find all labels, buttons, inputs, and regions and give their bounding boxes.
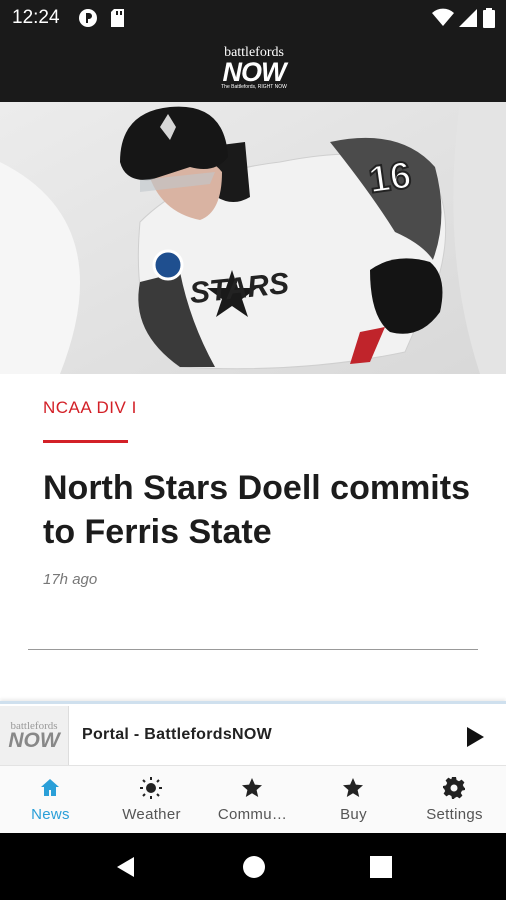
article-headline[interactable]: North Stars Doell commits to Ferris Stat… xyxy=(43,466,473,554)
app-logo: battlefords NOW The Battlefords, RIGHT N… xyxy=(214,46,294,92)
play-icon[interactable] xyxy=(459,722,489,752)
sun-icon xyxy=(140,777,162,799)
mini-player[interactable]: battlefords NOW Portal - BattlefordsNOW xyxy=(0,701,506,768)
nav-community[interactable]: Commu… xyxy=(202,766,303,834)
article-divider xyxy=(28,649,478,650)
logo-main-text: NOW xyxy=(222,57,287,87)
article-timestamp: 17h ago xyxy=(43,571,98,588)
bottom-navigation: News Weather Commu… Buy Settings xyxy=(0,765,506,834)
status-bar: 12:24 xyxy=(0,0,506,36)
nav-news[interactable]: News xyxy=(0,766,101,834)
nav-buy[interactable]: Buy xyxy=(303,766,404,834)
player-thumbnail: battlefords NOW xyxy=(0,706,69,768)
nav-news-label: News xyxy=(31,806,70,823)
nav-weather-label: Weather xyxy=(122,806,181,823)
sd-card-icon xyxy=(111,9,124,27)
hockey-player-photo: STARS 16 xyxy=(0,102,506,374)
battery-icon xyxy=(483,8,495,28)
player-title: Portal - BattlefordsNOW xyxy=(82,726,273,743)
nav-settings-label: Settings xyxy=(426,806,483,823)
signal-icon xyxy=(459,9,477,27)
notification-p-icon xyxy=(79,9,97,27)
status-time: 12:24 xyxy=(12,7,60,28)
wifi-icon xyxy=(432,8,454,26)
jersey-number: 16 xyxy=(366,154,414,201)
back-icon[interactable] xyxy=(114,855,138,879)
article-category[interactable]: NCAA DIV I xyxy=(43,398,137,418)
category-underline xyxy=(43,440,128,443)
home-circle-icon[interactable] xyxy=(242,855,266,879)
home-icon xyxy=(41,779,59,796)
nav-weather[interactable]: Weather xyxy=(101,766,202,834)
nav-community-label: Commu… xyxy=(217,806,288,823)
star-icon xyxy=(343,778,363,797)
system-navigation-bar xyxy=(0,833,506,900)
gear-icon xyxy=(443,777,465,799)
article-hero-image[interactable]: STARS 16 xyxy=(0,102,506,374)
nav-settings[interactable]: Settings xyxy=(404,766,505,834)
app-bar: battlefords NOW The Battlefords, RIGHT N… xyxy=(0,36,506,102)
thumb-logo-main: NOW xyxy=(8,729,60,752)
recents-icon[interactable] xyxy=(370,856,392,878)
logo-tagline: The Battlefords, RIGHT NOW xyxy=(221,84,287,90)
nav-buy-label: Buy xyxy=(340,806,367,823)
star-icon xyxy=(242,778,262,797)
